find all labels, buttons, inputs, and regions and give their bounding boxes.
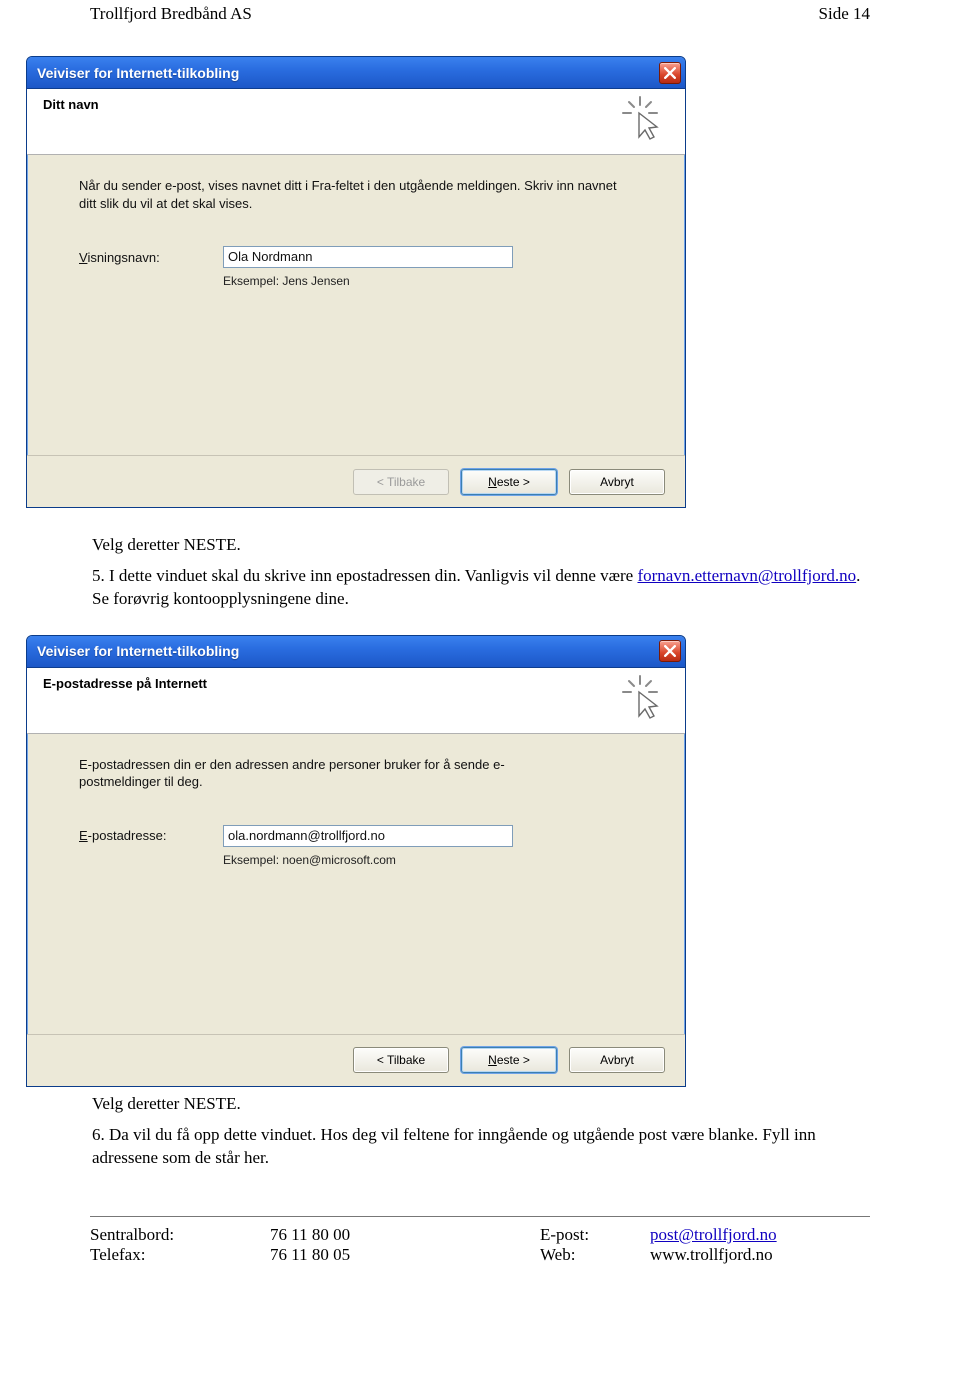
page-footer: Sentralbord: 76 11 80 00 E-post: post@tr… [0,1225,960,1265]
para-step-5: 5. I dette vinduet skal du skrive inn ep… [92,565,868,611]
para-step-6: 6. Da vil du få opp dette vinduet. Hos d… [92,1124,868,1170]
wizard-button-bar: < Tilbake Neste > Avbryt [27,455,685,507]
step-title: Ditt navn [43,97,99,112]
close-button[interactable] [659,62,681,84]
header-company: Trollfjord Bredbånd AS [90,4,252,24]
titlebar: Veiviser for Internett-tilkobling [27,57,685,89]
wizard-header: Ditt navn [27,89,685,155]
footer-rule [90,1216,870,1217]
display-name-input[interactable]: Ola Nordmann [223,246,513,268]
close-icon [664,645,676,657]
window-title: Veiviser for Internett-tilkobling [37,65,239,81]
wizard-window-2: Veiviser for Internett-tilkobling E-post… [26,635,686,1087]
footer-label-web: Web: [540,1245,650,1265]
back-button[interactable]: < Tilbake [353,1047,449,1073]
display-name-label: Visningsnavn: [79,250,209,265]
footer-value-web: www.trollfjord.no [650,1245,773,1265]
footer-value-telefax: 76 11 80 05 [270,1245,540,1265]
para-velg-neste-1: Velg deretter NESTE. [92,534,868,557]
para-velg-neste-2: Velg deretter NESTE. [92,1093,868,1116]
wizard-window-1: Veiviser for Internett-tilkobling Ditt n… [26,56,686,508]
email-address-label: E-postadresse: [79,828,209,843]
page-header: Trollfjord Bredbånd AS Side 14 [0,4,960,24]
close-icon [664,67,676,79]
header-page-number: Side 14 [819,4,870,24]
cancel-button[interactable]: Avbryt [569,469,665,495]
footer-label-epost: E-post: [540,1225,650,1245]
footer-email-link[interactable]: post@trollfjord.no [650,1225,777,1244]
instruction-text: Når du sender e-post, vises navnet ditt … [79,177,619,212]
step-title: E-postadresse på Internett [43,676,207,691]
back-button: < Tilbake [353,469,449,495]
wizard-body: E-postadressen din er den adressen andre… [27,734,685,1034]
wizard-graphic-icon [617,95,663,146]
window-title: Veiviser for Internett-tilkobling [37,643,239,659]
footer-value-sentralbord: 76 11 80 00 [270,1225,540,1245]
email-address-input[interactable]: ola.nordmann@trollfjord.no [223,825,513,847]
example-text: Eksempel: noen@microsoft.com [223,853,645,867]
next-button[interactable]: Neste > [461,469,557,495]
next-button[interactable]: Neste > [461,1047,557,1073]
close-button[interactable] [659,640,681,662]
wizard-button-bar: < Tilbake Neste > Avbryt [27,1034,685,1086]
cancel-button[interactable]: Avbryt [569,1047,665,1073]
example-email-link[interactable]: fornavn.etternavn@trollfjord.no [637,566,856,585]
wizard-header: E-postadresse på Internett [27,668,685,734]
example-text: Eksempel: Jens Jensen [223,274,645,288]
titlebar: Veiviser for Internett-tilkobling [27,636,685,668]
wizard-body: Når du sender e-post, vises navnet ditt … [27,155,685,455]
footer-label-telefax: Telefax: [90,1245,270,1265]
footer-label-sentralbord: Sentralbord: [90,1225,270,1245]
body-text-2: Velg deretter NESTE. 6. Da vil du få opp… [0,1087,960,1184]
body-text-1: Velg deretter NESTE. 5. I dette vinduet … [0,508,960,625]
wizard-graphic-icon [617,674,663,725]
instruction-text: E-postadressen din er den adressen andre… [79,756,519,791]
